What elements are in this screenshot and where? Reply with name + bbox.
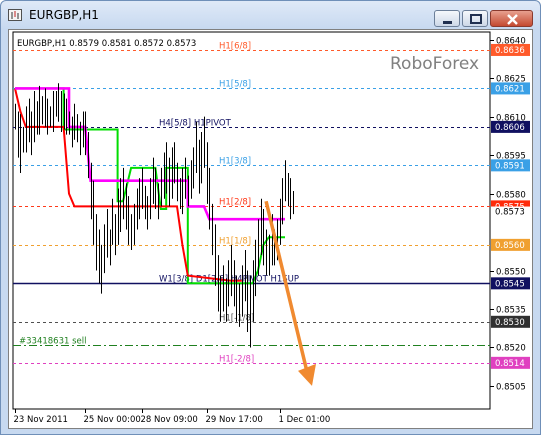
y-tick-label: 0.8580 bbox=[496, 191, 526, 201]
price-tag: 0.8530 bbox=[495, 318, 525, 328]
restore-button[interactable] bbox=[462, 10, 488, 27]
x-tick-label: 29 Nov 17:00 bbox=[206, 415, 263, 425]
minimize-button[interactable] bbox=[434, 10, 460, 27]
minimize-icon bbox=[443, 21, 452, 24]
x-tick-label: 25 Nov 00:00 bbox=[84, 415, 141, 425]
close-icon bbox=[507, 14, 518, 25]
chart-area[interactable]: EURGBP,H1 0.8579 0.8581 0.8572 0.8573 Rob… bbox=[8, 29, 533, 429]
y-tick-label: 0.8535 bbox=[496, 306, 526, 316]
level-label: H1[6/8] bbox=[219, 42, 251, 52]
watermark-label: RoboForex bbox=[390, 54, 479, 74]
chart-window: EURGBP,H1 EURGBP,H1 0.8579 0.8581 0.8572… bbox=[0, 0, 541, 435]
price-tag: 0.8591 bbox=[495, 161, 525, 171]
level-label: H4[5/8] H1PIVOT bbox=[159, 119, 232, 129]
window-title: EURGBP,H1 bbox=[29, 8, 99, 22]
restore-icon bbox=[470, 14, 482, 24]
title-bar[interactable]: EURGBP,H1 bbox=[1, 1, 540, 29]
current-price-tag: 0.8573 bbox=[495, 208, 525, 218]
y-tick-label: 0.8520 bbox=[496, 344, 526, 354]
price-tag: 0.8606 bbox=[495, 123, 525, 133]
level-label: H1[2/8] bbox=[219, 198, 251, 208]
y-tick-label: 0.8550 bbox=[496, 268, 526, 278]
price-tag: 0.8514 bbox=[495, 359, 525, 369]
chart-header: EURGBP,H1 0.8579 0.8581 0.8572 0.8573 bbox=[17, 39, 196, 49]
level-label: H1[1/8] bbox=[219, 237, 251, 247]
price-tag: 0.8636 bbox=[495, 46, 525, 56]
y-tick-label: 0.8505 bbox=[496, 383, 526, 393]
price-chart[interactable]: EURGBP,H1 0.8579 0.8581 0.8572 0.8573 Rob… bbox=[9, 30, 532, 428]
level-label: H1[-2/8] bbox=[219, 355, 254, 365]
x-tick-label: 1 Dec 01:00 bbox=[279, 415, 331, 425]
level-label: H1[5/8] bbox=[219, 80, 251, 90]
level-label: #33418631 sell bbox=[19, 337, 86, 347]
price-tag: 0.8560 bbox=[495, 241, 525, 251]
level-label: H1[3/8] bbox=[219, 157, 251, 167]
chart-window-icon bbox=[8, 9, 22, 21]
x-tick-label: 23 Nov 2011 bbox=[14, 415, 68, 425]
x-tick-label: 28 Nov 09:00 bbox=[141, 415, 198, 425]
price-tag: 0.8545 bbox=[495, 279, 525, 289]
price-tag: 0.8621 bbox=[495, 84, 525, 94]
close-button[interactable] bbox=[490, 10, 533, 27]
